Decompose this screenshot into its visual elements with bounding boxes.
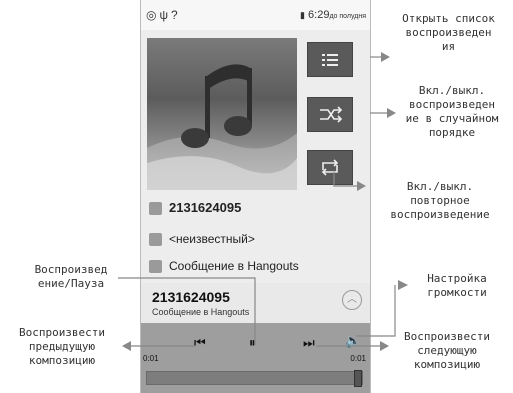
callout-play-pause-text: Воспроизвед ение/Пауза xyxy=(34,263,108,290)
callout-shuffle: Вкл./выкл. воспроизведен ие в случайном … xyxy=(392,84,512,140)
callout-open-playlist: Открыть список воспроизведен ия xyxy=(386,12,511,54)
callout-open-playlist-text: Открыть список воспроизведен ия xyxy=(402,12,495,53)
callout-next-text: Воспроизвести следующую композицию xyxy=(403,330,491,371)
callout-shuffle-text: Вкл./выкл. воспроизведен ие в случайном … xyxy=(405,84,499,139)
callout-previous: Воспроизвести предыдущую композицию xyxy=(2,326,122,368)
callout-volume: Настройка громкости xyxy=(408,272,506,300)
callout-volume-text: Настройка громкости xyxy=(427,272,487,299)
callout-previous-text: Воспроизвести предыдущую композицию xyxy=(18,326,106,367)
callout-repeat: Вкл./выкл. повторное воспроизведение xyxy=(370,180,510,222)
callout-play-pause: Воспроизвед ение/Пауза xyxy=(22,263,120,291)
callout-next: Воспроизвести следующую композицию xyxy=(388,330,506,372)
callout-repeat-text: Вкл./выкл. повторное воспроизведение xyxy=(390,180,490,221)
